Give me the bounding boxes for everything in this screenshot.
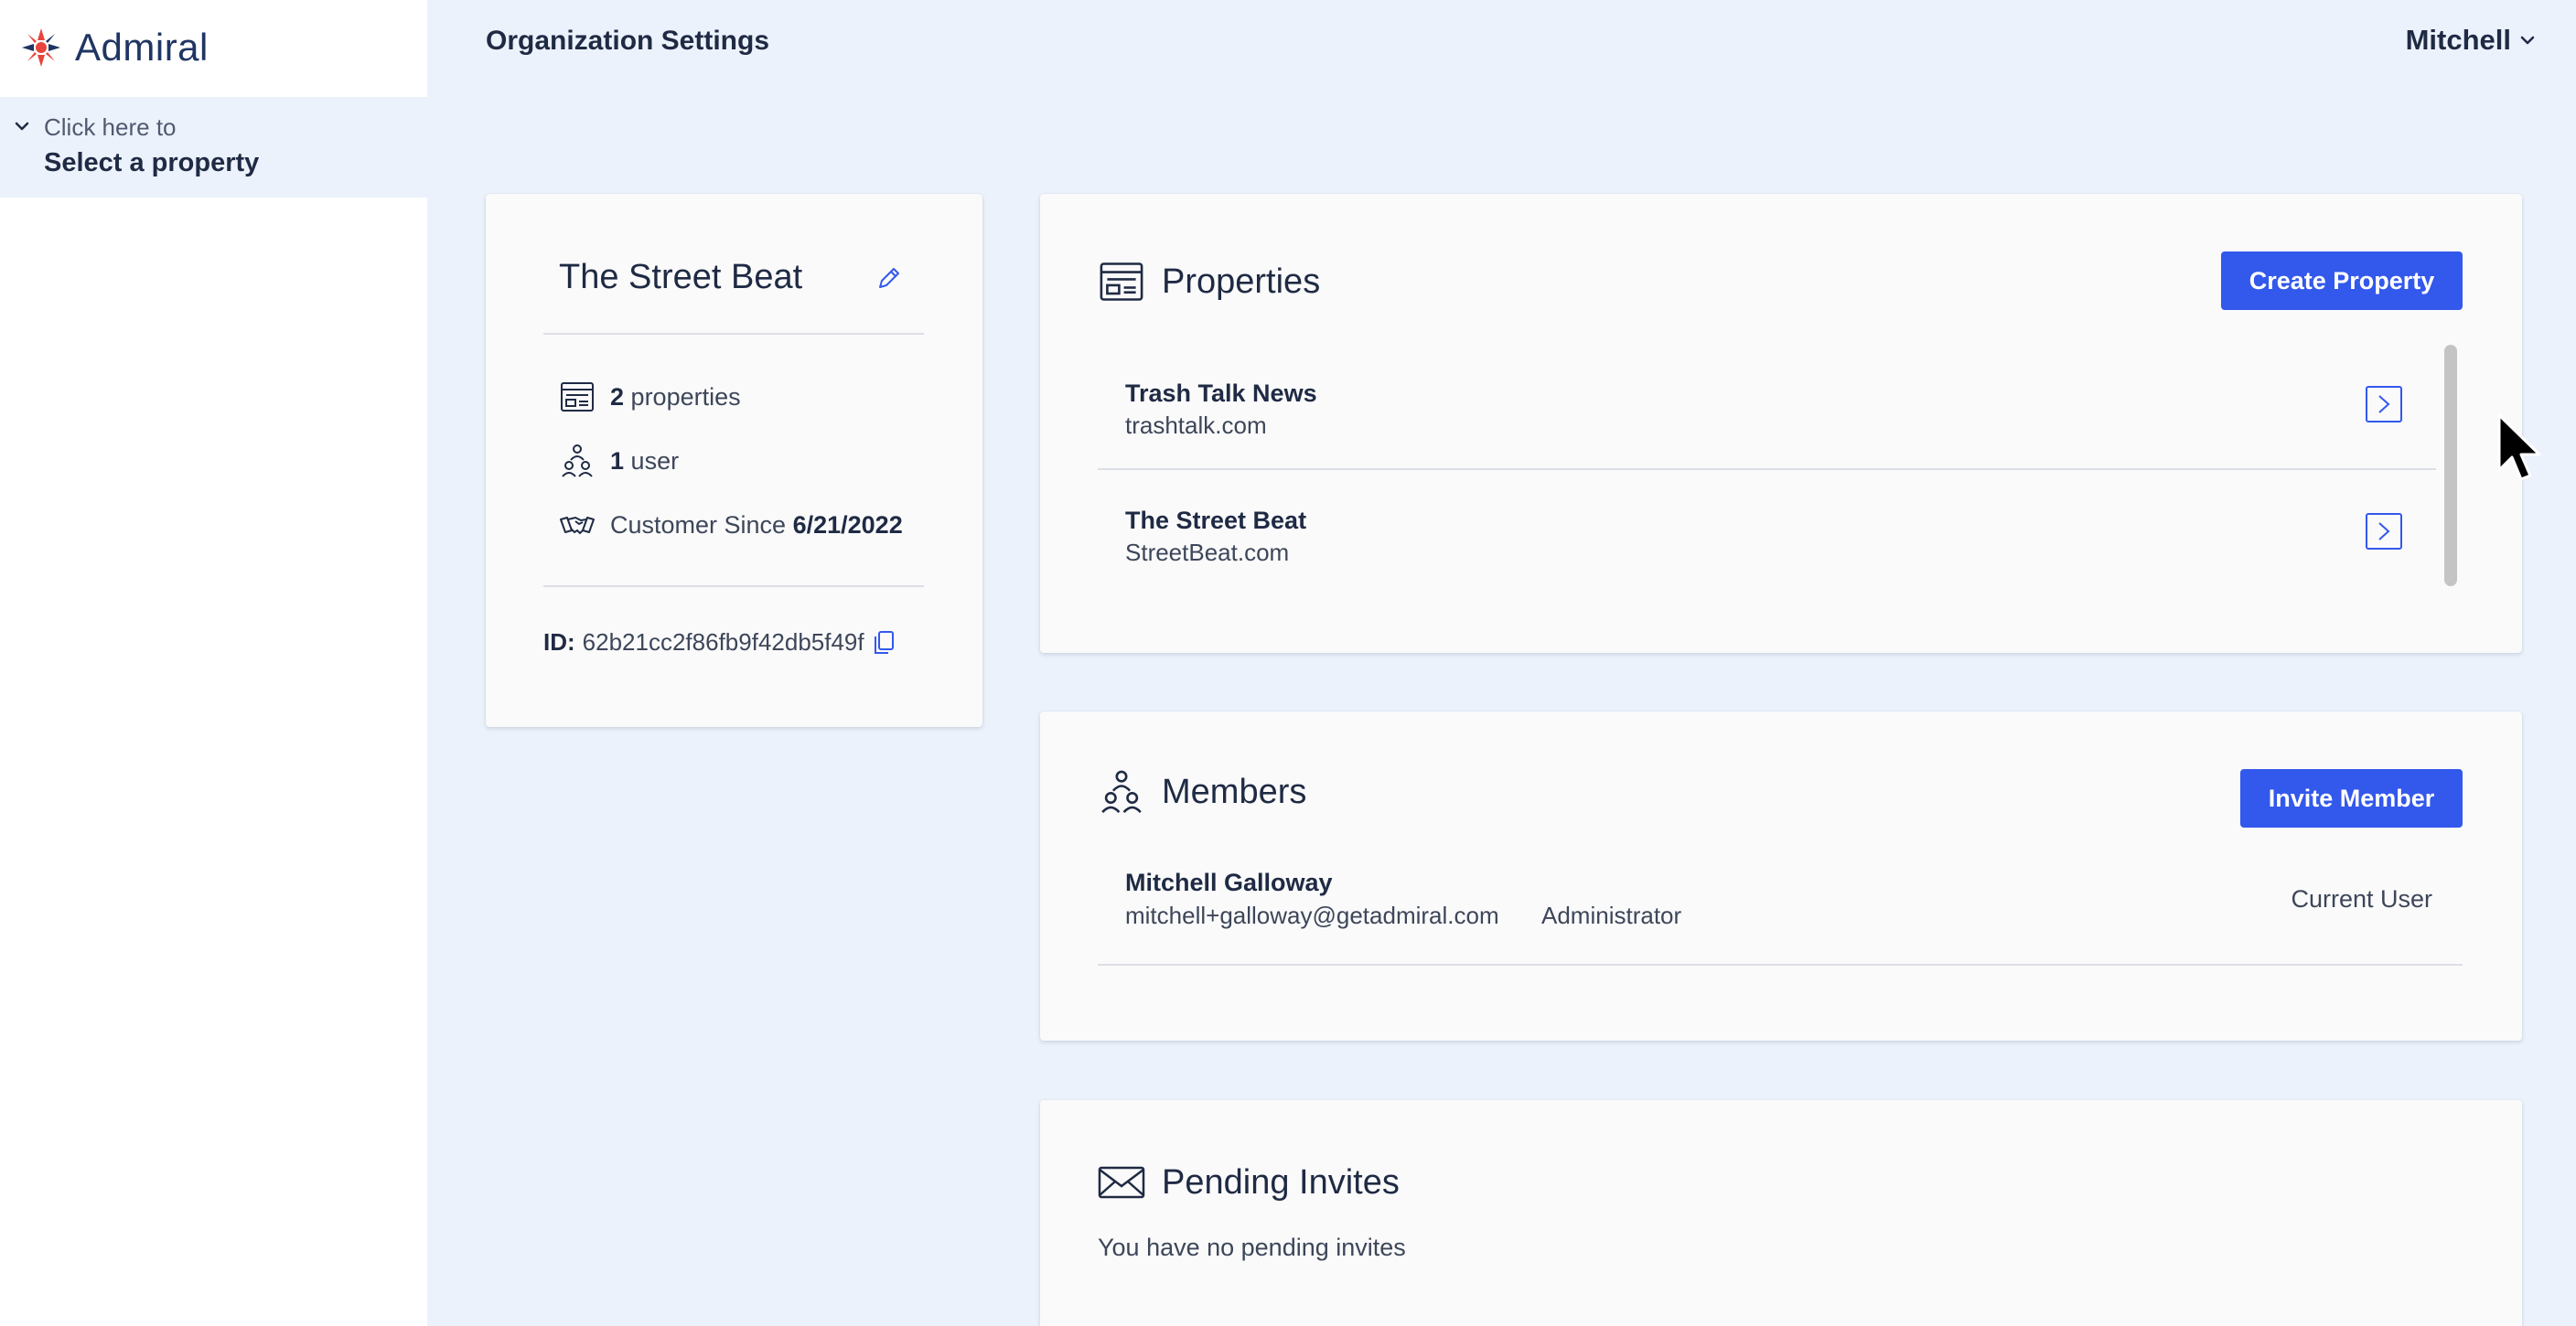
properties-count: 2 [610,382,625,411]
members-header: Members [1098,768,1306,816]
member-row: Mitchell Galloway mitchell+galloway@geta… [1098,858,2463,966]
user-name: Mitchell [2405,24,2511,56]
chevron-right-icon[interactable] [2366,513,2402,550]
id-value: 62b21cc2f86fb9f42db5f49f [582,628,864,656]
user-menu[interactable]: Mitchell [2406,24,2537,57]
properties-card: Properties Create Property Trash Talk Ne… [1040,194,2522,653]
organization-card: The Street Beat 2 properties 1 user Cust… [486,194,982,727]
users-label: user [630,446,680,475]
property-list[interactable]: Trash Talk News trashtalk.com The Street… [1098,343,2472,598]
property-name: Trash Talk News [1125,380,1317,407]
member-status: Current User [2291,885,2432,913]
pending-invites-header: Pending Invites [1098,1159,1400,1206]
property-name: The Street Beat [1125,507,1307,534]
create-property-button[interactable]: Create Property [2221,251,2463,310]
customer-since-label: Customer Since [610,510,787,539]
users-count: 1 [610,446,625,475]
property-selector-label: Select a property [44,148,260,177]
property-domain: StreetBeat.com [1125,539,1290,566]
pending-invites-title: Pending Invites [1162,1162,1400,1202]
admiral-logo-icon [22,28,60,67]
copy-icon[interactable] [872,630,896,656]
property-list-scrollbar[interactable] [2444,345,2457,586]
logo-text: Admiral [75,26,209,69]
member-name: Mitchell Galloway [1125,869,1333,896]
users-icon [562,444,593,477]
property-selector-hint: Click here to [44,113,177,141]
customer-since-date: 6/21/2022 [792,510,903,539]
property-selector[interactable]: Click here to Select a property [0,97,427,198]
members-title: Members [1162,772,1307,811]
property-icon [561,382,594,412]
organization-id: ID: 62b21cc2f86fb9f42db5f49f [543,628,896,657]
chevron-down-icon [15,122,29,131]
users-icon [1101,770,1142,813]
property-row[interactable]: The Street Beat StreetBeat.com [1098,470,2436,597]
property-domain: trashtalk.com [1125,412,1267,439]
org-properties-count: 2 properties [559,379,741,415]
properties-label: properties [630,382,741,411]
divider [543,585,924,587]
properties-header: Properties [1098,258,1320,305]
org-customer-since: Customer Since 6/21/2022 [559,507,903,543]
member-role: Administrator [1541,902,1682,929]
empty-invites-text: You have no pending invites [1098,1234,1406,1261]
members-card: Members Invite Member Mitchell Galloway … [1040,711,2522,1041]
envelope-icon [1098,1166,1145,1199]
pencil-icon[interactable] [875,263,904,293]
logo[interactable]: Admiral [18,22,209,73]
property-row[interactable]: Trash Talk News trashtalk.com [1098,343,2436,470]
mouse-cursor-icon [2497,413,2541,481]
chevron-right-icon[interactable] [2366,386,2402,422]
chevron-down-icon [2520,36,2535,45]
invite-member-button[interactable]: Invite Member [2240,769,2463,828]
member-email: mitchell+galloway@getadmiral.com [1125,902,1499,929]
sidebar: Admiral Click here to Select a property [0,0,427,1326]
divider [543,333,924,335]
org-users-count: 1 user [559,443,679,479]
organization-name: The Street Beat [559,258,803,296]
pending-invites-card: Pending Invites You have no pending invi… [1040,1100,2522,1326]
page-title: Organization Settings [486,26,770,56]
id-label: ID: [543,628,575,656]
handshake-icon [560,516,595,535]
properties-title: Properties [1162,262,1321,301]
property-icon [1100,262,1143,301]
